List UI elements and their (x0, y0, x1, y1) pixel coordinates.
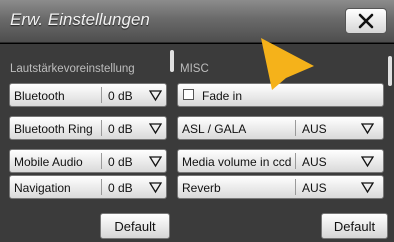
bluetooth-label: Bluetooth (14, 89, 65, 103)
left-default-button[interactable]: Default (100, 213, 170, 239)
asl-gala-value: AUS (302, 122, 327, 136)
bluetooth-volume-select[interactable]: Bluetooth 0 dB (9, 83, 167, 107)
bluetooth-ring-volume-select[interactable]: Bluetooth Ring 0 dB (9, 116, 167, 140)
asl-gala-label: ASL / GALA (182, 122, 247, 136)
close-icon (358, 13, 374, 29)
bluetooth-ring-label: Bluetooth Ring (14, 122, 93, 136)
asl-gala-select[interactable]: ASL / GALA AUS (177, 116, 384, 140)
right-scrollbar-thumb[interactable] (388, 56, 392, 86)
navigation-value: 0 dB (108, 181, 133, 195)
reverb-select[interactable]: Reverb AUS (177, 175, 384, 199)
dropdown-arrow-icon (149, 90, 162, 102)
volume-presets-heading: Lautstärkevoreinstellung (10, 63, 135, 75)
navigation-volume-select[interactable]: Navigation 0 dB (9, 175, 167, 199)
window-title: Erw. Einstellungen (10, 10, 150, 29)
misc-heading: MISC (180, 63, 209, 75)
right-default-button[interactable]: Default (321, 213, 388, 239)
dropdown-arrow-icon (361, 156, 374, 168)
pointer-arrow-icon (261, 38, 314, 90)
media-volume-ccd-select[interactable]: Media volume in ccd AUS (177, 149, 384, 173)
reverb-label: Reverb (182, 181, 221, 195)
title-bar: Erw. Einstellungen (0, 0, 394, 43)
bluetooth-ring-value: 0 dB (108, 122, 133, 136)
navigation-label: Navigation (14, 181, 71, 195)
dropdown-arrow-icon (149, 182, 162, 194)
mobile-audio-label: Mobile Audio (14, 155, 83, 169)
dropdown-arrow-icon (149, 156, 162, 168)
media-volume-ccd-label: Media volume in ccd (182, 155, 292, 169)
fade-in-checkbox[interactable] (183, 89, 194, 100)
dropdown-arrow-icon (149, 123, 162, 135)
media-volume-ccd-value: AUS (302, 155, 327, 169)
left-scrollbar-thumb[interactable] (170, 50, 174, 72)
mobile-audio-volume-select[interactable]: Mobile Audio 0 dB (9, 149, 167, 173)
close-button[interactable] (345, 8, 387, 34)
dropdown-arrow-icon (361, 123, 374, 135)
settings-panel: Lautstärkevoreinstellung Bluetooth 0 dB … (0, 44, 394, 242)
mobile-audio-value: 0 dB (108, 155, 133, 169)
fade-in-label: Fade in (202, 89, 243, 103)
bluetooth-value: 0 dB (108, 89, 133, 103)
reverb-value: AUS (302, 181, 327, 195)
dropdown-arrow-icon (361, 182, 374, 194)
